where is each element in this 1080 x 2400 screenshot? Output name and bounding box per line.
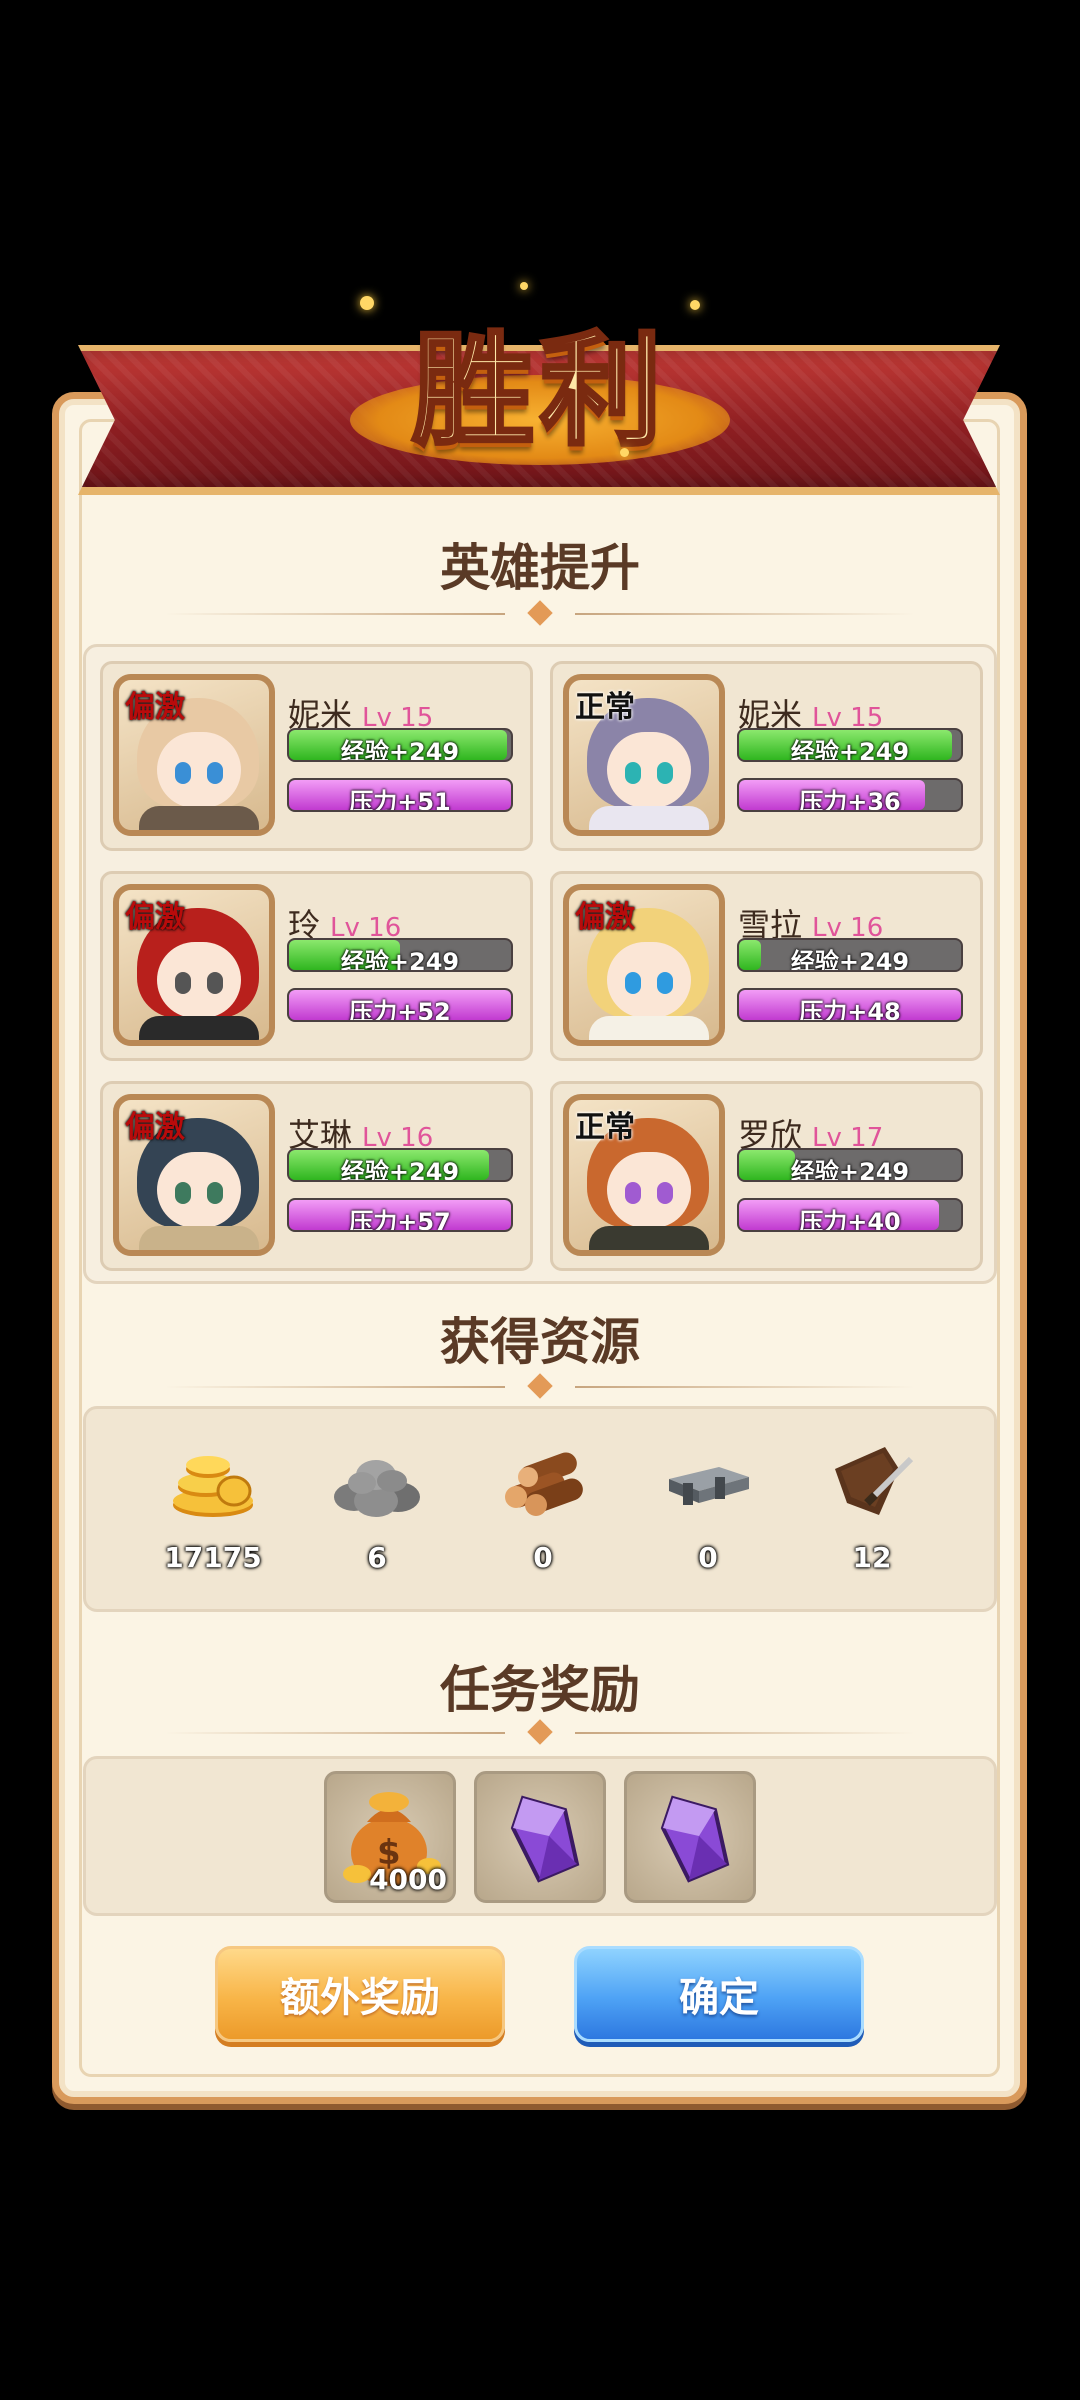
stress-bar: 压力+48 [737, 988, 963, 1022]
wood-logs-icon [505, 1452, 583, 1516]
resource-item-wood: 0 [468, 1439, 618, 1599]
resource-item-leather: 12 [797, 1439, 947, 1599]
section-title-resources: 获得资源 [440, 1313, 640, 1371]
victory-title: 胜利 [410, 316, 668, 464]
exp-bar: 经验+249 [287, 1148, 513, 1182]
hero-card[interactable]: 偏激 艾琳 Lv 16 经验+249 压力+57 [100, 1081, 533, 1271]
resource-count: 0 [533, 1541, 553, 1574]
hero-status-badge: 偏激 [125, 690, 185, 725]
sparkle-icon [620, 448, 629, 457]
hero-portrait: 正常 [563, 674, 725, 836]
exp-bar: 经验+249 [737, 728, 963, 762]
sparkle-icon [690, 300, 700, 310]
hero-status-badge: 偏激 [125, 1110, 185, 1145]
exp-bar: 经验+249 [737, 1148, 963, 1182]
reward-slot[interactable] [624, 1771, 756, 1903]
section-divider [165, 600, 915, 627]
hero-portrait: 偏激 [113, 884, 275, 1046]
section-divider [165, 1719, 915, 1746]
stone-icon [334, 1460, 420, 1517]
resource-item-iron: 0 [633, 1439, 783, 1599]
hero-list: 偏激 妮米 Lv 15 经验+249 压力+51 正常 妮米 Lv 15 经验+24… [83, 644, 997, 1284]
resource-list: 17175 6 0 0 12 [83, 1406, 997, 1612]
section-title-missions: 任务奖励 [440, 1661, 640, 1719]
hero-portrait: 偏激 [113, 674, 275, 836]
hero-portrait: 偏激 [113, 1094, 275, 1256]
resource-count: 12 [852, 1541, 892, 1574]
hero-portrait: 偏激 [563, 884, 725, 1046]
hero-status-badge: 正常 [575, 690, 635, 725]
hero-status-badge: 正常 [575, 1110, 635, 1145]
hero-card[interactable]: 正常 罗欣 Lv 17 经验+249 压力+40 [550, 1081, 983, 1271]
resource-item-stone: 6 [302, 1439, 452, 1599]
reward-slot[interactable]: $ 4000 [324, 1771, 456, 1903]
iron-ingot-icon [669, 1467, 749, 1505]
leather-icon [835, 1447, 914, 1515]
stress-bar: 压力+36 [737, 778, 963, 812]
hero-status-badge: 偏激 [125, 900, 185, 935]
stress-bar: 压力+57 [287, 1198, 513, 1232]
section-divider [165, 1373, 915, 1400]
hero-card[interactable]: 偏激 玲 Lv 16 经验+249 压力+52 [100, 871, 533, 1061]
resource-count: 6 [367, 1541, 387, 1574]
stress-bar: 压力+51 [287, 778, 513, 812]
section-title-heroes: 英雄提升 [440, 539, 640, 597]
exp-bar: 经验+249 [287, 728, 513, 762]
confirm-button[interactable]: 确定 [574, 1946, 864, 2042]
stress-bar: 压力+40 [737, 1198, 963, 1232]
gold-coins-icon [173, 1456, 253, 1517]
mission-reward-list: $ 4000 [83, 1756, 997, 1916]
exp-bar: 经验+249 [287, 938, 513, 972]
hero-portrait: 正常 [563, 1094, 725, 1256]
title-badge: 胜利 [340, 285, 740, 475]
reward-count: 4000 [369, 1863, 447, 1896]
hero-status-badge: 偏激 [575, 900, 635, 935]
resource-item-gold: 17175 [138, 1439, 288, 1599]
extra-reward-button[interactable]: 额外奖励 [215, 1946, 505, 2042]
purple-crystal-icon [510, 1795, 580, 1883]
hero-card[interactable]: 偏激 雪拉 Lv 16 经验+249 压力+48 [550, 871, 983, 1061]
reward-slot[interactable] [474, 1771, 606, 1903]
exp-bar: 经验+249 [737, 938, 963, 972]
hero-card[interactable]: 偏激 妮米 Lv 15 经验+249 压力+51 [100, 661, 533, 851]
stress-bar: 压力+52 [287, 988, 513, 1022]
sparkle-icon [360, 296, 374, 310]
resource-count: 17175 [164, 1541, 262, 1574]
sparkle-icon [520, 282, 528, 290]
purple-crystal-icon [660, 1795, 730, 1883]
resource-count: 0 [698, 1541, 718, 1574]
hero-card[interactable]: 正常 妮米 Lv 15 经验+249 压力+36 [550, 661, 983, 851]
